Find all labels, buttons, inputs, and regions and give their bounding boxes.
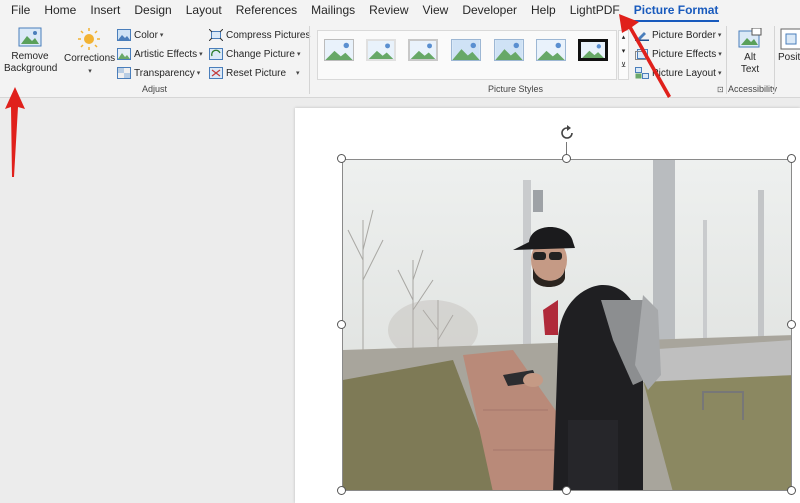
compress-pictures-label: Compress Pictures [226,29,311,41]
annotation-arrow-diagonal [619,14,671,98]
remove-background-icon [18,27,42,47]
resize-handle-bottom-right[interactable] [787,486,796,495]
chevron-down-icon: ▾ [196,70,201,77]
picture-style-icon [582,42,604,58]
tab-file[interactable]: File [4,0,37,22]
picture-style-4[interactable] [451,39,481,61]
artistic-effects-icon [117,48,131,60]
resize-handle-bottom[interactable] [562,486,571,495]
picture-styles-group-label: Picture Styles [488,84,544,94]
tab-design[interactable]: Design [127,0,178,22]
picture-styles-gallery [317,30,617,80]
tab-layout[interactable]: Layout [179,0,229,22]
chevron-down-icon: ▾ [199,51,203,58]
tab-home[interactable]: Home [37,0,83,22]
chevron-down-icon: ▾ [88,68,92,75]
tab-references[interactable]: References [229,0,304,22]
resize-handle-top[interactable] [562,154,571,163]
resize-handle-right[interactable] [787,320,796,329]
picture-style-3[interactable] [408,39,438,61]
picture-style-icon [452,40,480,60]
reset-picture-button[interactable]: Reset Picture ▾ [209,65,300,81]
position-label: Positi [778,52,800,63]
picture-style-icon [325,40,353,60]
remove-background-button[interactable]: Remove Background [4,27,58,75]
menu-bar: File Home Insert Design Layout Reference… [0,0,800,22]
group-divider [309,26,310,94]
reset-picture-icon [209,67,223,79]
picture-style-icon [410,41,436,59]
resize-handle-bottom-left[interactable] [337,486,346,495]
picture-style-2[interactable] [366,39,396,61]
chevron-down-icon: ▾ [717,32,722,39]
alt-text-label-1: Alt [744,52,756,63]
dialog-launcher-icon[interactable]: ⊡ [717,85,724,94]
change-picture-label: Change Picture [226,48,295,60]
resize-handle-left[interactable] [337,320,346,329]
tab-insert[interactable]: Insert [83,0,127,22]
tab-review[interactable]: Review [362,0,415,22]
selected-picture[interactable] [342,159,792,491]
compress-pictures-button[interactable]: Compress Pictures [209,27,310,43]
tab-mailings[interactable]: Mailings [304,0,362,22]
remove-background-label-2: Background [4,63,58,74]
picture-style-5[interactable] [494,39,524,61]
ribbon: Remove Background Corrections ▾ Color ▾ A… [0,22,800,98]
position-button[interactable]: Positi [778,28,800,64]
transparency-button[interactable]: Transparency ▾ [117,65,200,81]
sun-icon [78,28,100,50]
change-picture-button[interactable]: Change Picture ▾ [209,46,300,62]
tab-help[interactable]: Help [524,0,563,22]
compress-icon [209,29,223,41]
color-button[interactable]: Color ▾ [117,27,163,43]
chevron-down-icon: ▾ [718,51,722,58]
group-divider [774,26,775,94]
tab-view[interactable]: View [416,0,456,22]
change-picture-icon [209,48,223,60]
color-label: Color [134,29,158,41]
resize-handle-top-right[interactable] [787,154,796,163]
artistic-effects-label: Artistic Effects [134,48,198,60]
rotate-handle-icon[interactable] [558,124,576,142]
transparency-icon [117,67,131,79]
corrections-button[interactable]: Corrections ▾ [64,27,116,78]
reset-picture-label: Reset Picture [226,67,287,79]
adjust-group-label: Adjust [142,84,168,94]
picture-style-icon [495,40,523,60]
alt-text-label-2: Text [740,64,760,75]
annotation-arrow-up [5,87,25,177]
picture-style-icon [537,40,565,60]
chevron-down-icon: ▾ [717,70,722,77]
color-icon [117,29,131,41]
alt-text-icon [738,28,762,48]
picture-style-6[interactable] [536,39,566,61]
picture-style-1[interactable] [324,39,354,61]
corrections-label: Corrections [64,53,116,64]
picture-style-icon [368,41,394,59]
chevron-down-icon: ▾ [159,32,164,39]
accessibility-group-label: Accessibility [728,84,778,94]
chevron-down-icon: ▾ [296,51,301,58]
chevron-down-icon: ▾ [296,70,300,77]
street-photo [343,160,791,490]
position-icon [780,28,800,50]
picture-style-7[interactable] [578,39,608,61]
remove-background-label-1: Remove [11,51,49,62]
artistic-effects-button[interactable]: Artistic Effects ▾ [117,46,203,62]
group-divider [726,26,727,94]
tab-developer[interactable]: Developer [455,0,524,22]
resize-handle-top-left[interactable] [337,154,346,163]
alt-text-button[interactable]: Alt Text [733,28,767,76]
transparency-label: Transparency [134,67,195,79]
